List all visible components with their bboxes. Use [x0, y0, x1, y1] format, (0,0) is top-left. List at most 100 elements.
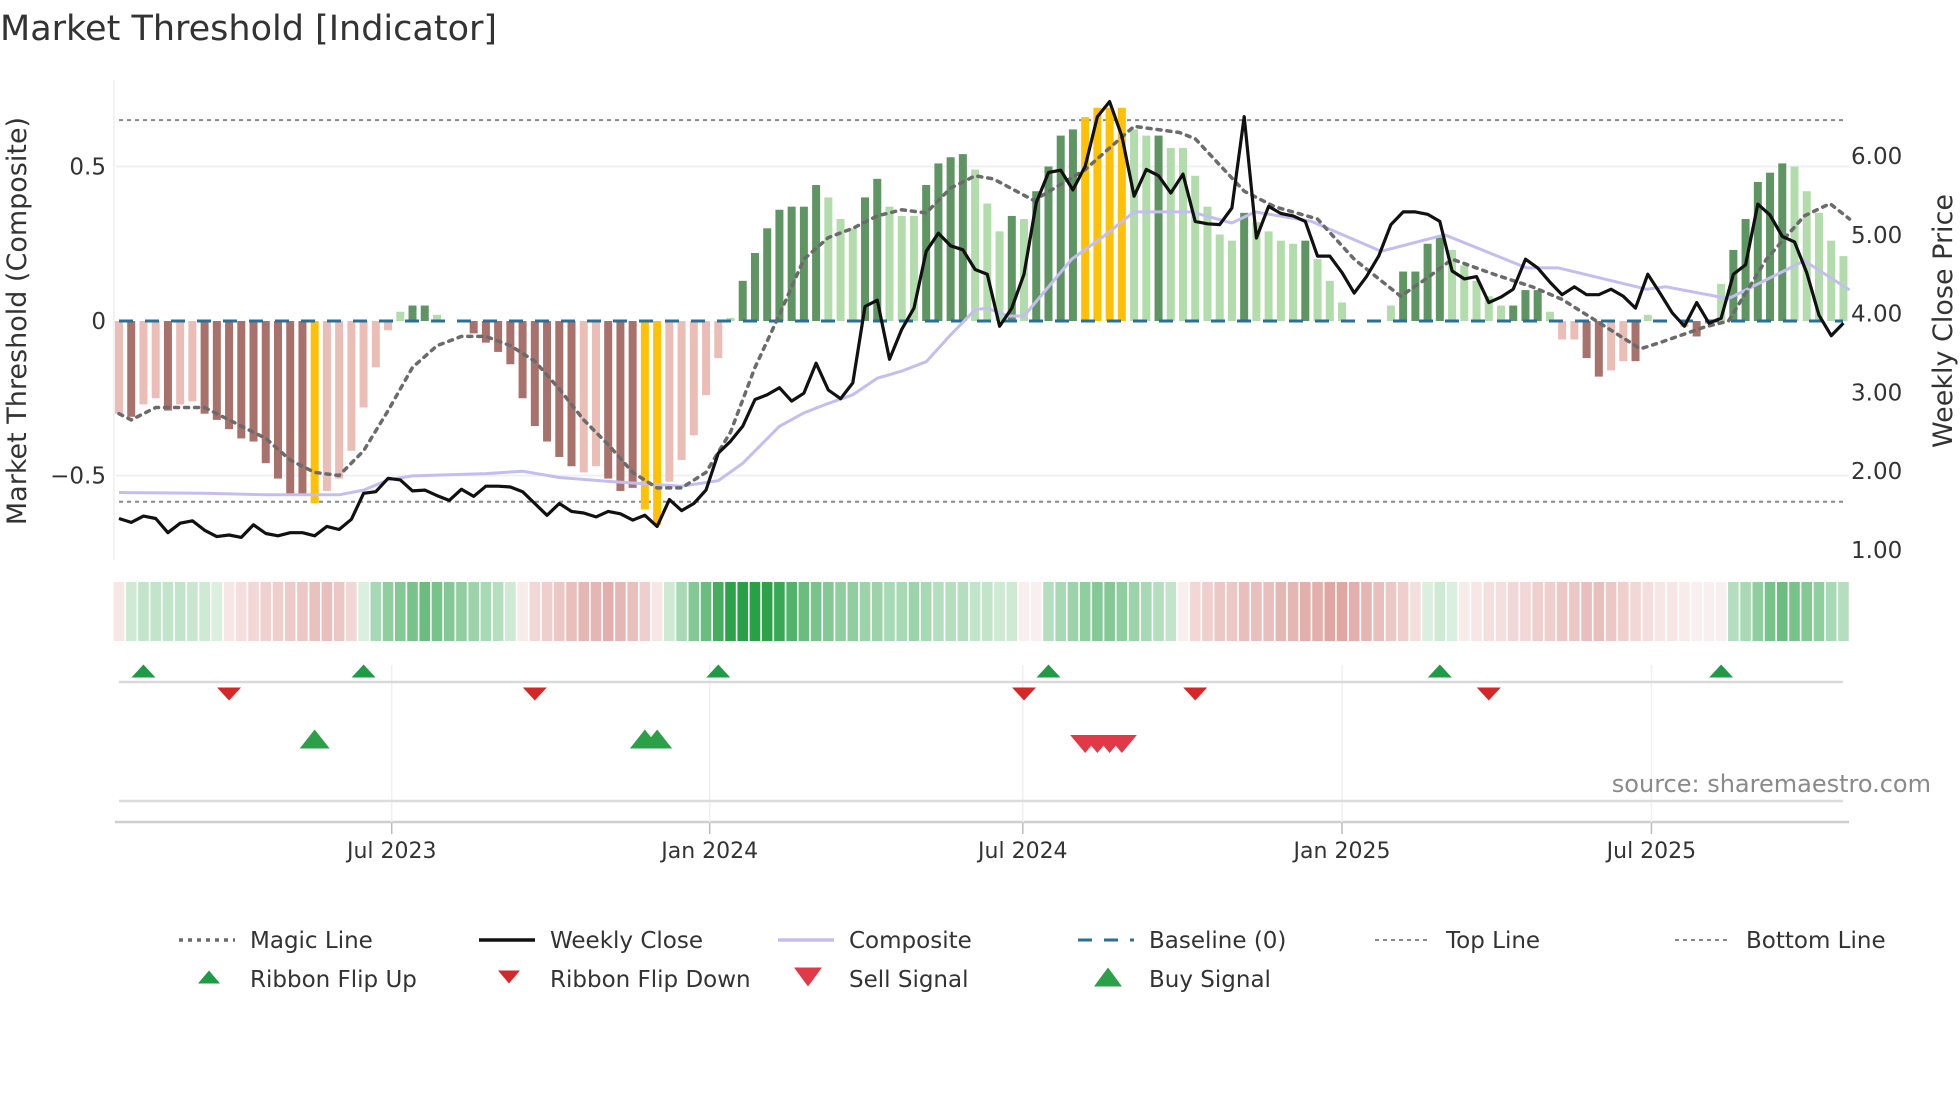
ribbon-cell: [1030, 582, 1042, 641]
ribbon-cell: [1569, 582, 1580, 641]
ribbon-cell: [920, 582, 932, 641]
composite-bar: [1460, 265, 1469, 321]
composite-bar: [848, 228, 857, 321]
composite-bar: [1313, 259, 1322, 321]
legend: Magic Line Weekly Close Composite Baseline …: [179, 928, 1886, 993]
composite-bar: [689, 321, 698, 436]
composite-bar: [775, 209, 784, 321]
composite-bar: [1435, 237, 1444, 321]
composite-bar: [1570, 321, 1579, 340]
composite-bar: [1276, 240, 1285, 321]
ribbon-cell: [162, 582, 174, 641]
composite-bar: [677, 321, 686, 461]
composite-bar: [1215, 234, 1224, 321]
ribbon-cell: [1238, 582, 1250, 641]
ribbon-cell: [517, 582, 528, 641]
ribbon-cell: [1434, 582, 1446, 641]
ribbon-cell: [566, 582, 577, 641]
ribbon-cell: [1838, 582, 1849, 641]
ribbon-cell: [1043, 582, 1054, 641]
composite-bar: [518, 321, 527, 399]
ribbon-cell: [138, 582, 149, 641]
legend-label: Sell Signal: [849, 967, 969, 993]
ribbon-cell: [297, 582, 308, 641]
ribbon-cell: [994, 582, 1005, 641]
ribbon-cell: [211, 582, 223, 641]
ribbon-cell: [150, 582, 161, 641]
ribbon-cell: [1214, 582, 1225, 641]
ribbon-cell: [761, 582, 773, 641]
composite-bar: [1093, 107, 1102, 321]
chart-title: Market Threshold [Indicator]: [0, 9, 497, 49]
ribbon-cell: [823, 582, 834, 641]
right-tick-label: 5.00: [1851, 223, 1902, 249]
ribbon-cell: [1764, 582, 1776, 641]
ribbon-cell: [578, 582, 590, 641]
legend-item-top: Top Line: [1375, 928, 1540, 954]
right-tick-label: 1.00: [1851, 538, 1902, 564]
legend-swatch-buy: [1094, 967, 1122, 987]
ribbon-cell: [1312, 582, 1323, 641]
ribbon-cell: [676, 582, 687, 641]
legend-label: Ribbon Flip Down: [550, 967, 751, 993]
ribbon-cell: [1422, 582, 1433, 641]
composite-bar: [1533, 290, 1542, 321]
ribbon-cell: [688, 582, 700, 641]
source-note: source: sharemaestro.com: [1612, 770, 1931, 798]
legend-item-sell: Sell Signal: [794, 967, 969, 993]
ribbon-cell: [896, 582, 908, 641]
ribbon-cell: [590, 582, 602, 641]
ribbon-cell: [957, 582, 969, 641]
composite-bar: [1509, 305, 1518, 321]
composite-bar: [616, 321, 625, 491]
legend-label: Composite: [849, 928, 972, 954]
x-tick-label: Jul 2025: [1605, 839, 1697, 864]
composite-bar: [1130, 129, 1139, 321]
composite-bar: [298, 321, 307, 495]
ribbon-cell: [871, 582, 883, 641]
composite-bar: [1068, 129, 1077, 321]
composite-bar: [983, 203, 992, 321]
ribbon-cell: [1092, 582, 1103, 641]
ribbon-cell: [712, 582, 724, 641]
legend-item-flipup: Ribbon Flip Up: [198, 967, 417, 993]
ribbon-cell: [1776, 582, 1788, 641]
composite-bar: [1264, 231, 1273, 321]
ribbon-cell: [908, 582, 920, 641]
ribbon-cell: [223, 582, 235, 641]
ribbon-cell: [1128, 582, 1140, 641]
composite-bar: [359, 321, 368, 408]
ribbon-cell: [859, 582, 871, 641]
ribbon-cell: [1165, 582, 1177, 641]
legend-item-buy: Buy Signal: [1094, 967, 1271, 993]
ribbon-cell: [1691, 582, 1702, 641]
composite-bar: [1081, 117, 1090, 321]
composite-bar: [628, 321, 637, 488]
composite-bar: [1496, 305, 1505, 321]
ribbon-cell: [284, 582, 296, 641]
ribbon-cell: [1495, 582, 1507, 641]
ribbon-cell: [1605, 582, 1617, 641]
composite-bar: [958, 154, 967, 321]
composite-bar: [738, 280, 747, 321]
composite-bar: [1594, 321, 1603, 377]
composite-bar: [1166, 147, 1175, 321]
ribbon-cell: [321, 582, 333, 641]
ribbon-cell: [664, 582, 675, 641]
ribbon-cell: [1752, 582, 1764, 641]
ribbon-cell: [1715, 582, 1727, 641]
ribbon-cell: [1507, 582, 1519, 641]
ribbon-cell: [1728, 582, 1739, 641]
ribbon-cell: [1666, 582, 1678, 641]
ribbon-cell: [1581, 582, 1592, 641]
ribbon-cell: [113, 582, 125, 641]
composite-bar: [665, 321, 674, 482]
legend-item-close: Weekly Close: [479, 928, 703, 954]
market-threshold-chart: Market Threshold [Indicator] 0.5 0 −0.5 6.0…: [0, 9, 1959, 993]
ribbon-cell: [1544, 582, 1556, 641]
ribbon-cell: [1617, 582, 1629, 641]
ribbon-cell: [700, 582, 712, 641]
ribbon-cell: [1189, 582, 1201, 641]
composite-bar: [1142, 135, 1151, 321]
legend-label: Ribbon Flip Up: [250, 967, 417, 993]
